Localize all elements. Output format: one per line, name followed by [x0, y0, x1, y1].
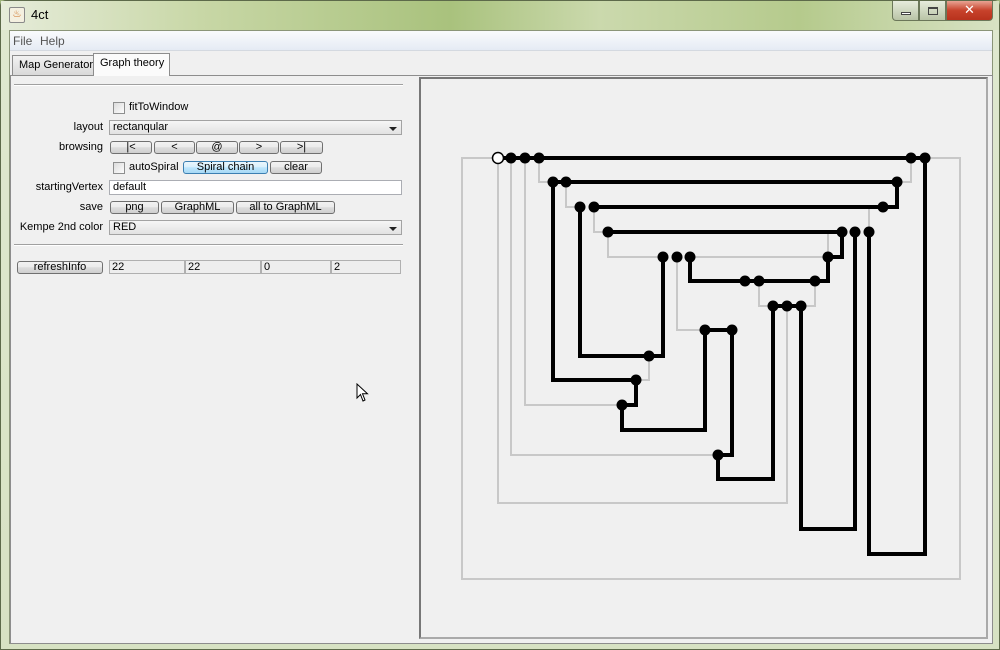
- refresh-info-button[interactable]: refreshInfo: [17, 261, 103, 274]
- graph-vertex[interactable]: [574, 201, 586, 213]
- graph-vertex[interactable]: [505, 152, 517, 164]
- graph-start-vertex[interactable]: [491, 151, 505, 165]
- separator: [14, 84, 403, 86]
- info-field-2: 22: [185, 260, 261, 274]
- browse-first-button[interactable]: |<: [110, 141, 152, 154]
- graph-vertex[interactable]: [809, 275, 821, 287]
- graph-vertex[interactable]: [519, 152, 531, 164]
- graph-vertex[interactable]: [739, 275, 751, 287]
- graph-vertex[interactable]: [849, 226, 861, 238]
- title-bar[interactable]: ♨ 4ct ✕: [1, 1, 999, 30]
- kempe-color-value: RED: [113, 221, 137, 233]
- graph-canvas[interactable]: [419, 77, 988, 639]
- save-png-button[interactable]: png: [110, 201, 159, 214]
- starting-vertex-input[interactable]: default: [109, 180, 402, 195]
- spiral-chain-button[interactable]: Spiral chain: [183, 161, 268, 174]
- graph-vertex[interactable]: [795, 300, 807, 312]
- minimize-button[interactable]: [892, 1, 919, 21]
- menu-file[interactable]: File: [13, 34, 32, 48]
- window-title: 4ct: [31, 7, 49, 22]
- graph-drawing: [461, 151, 961, 580]
- info-field-3: 0: [261, 260, 331, 274]
- browse-prev-button[interactable]: <: [154, 141, 195, 154]
- starting-vertex-label: startingVertex: [35, 181, 103, 193]
- graph-vertex[interactable]: [767, 300, 779, 312]
- graph-edge-primary: [578, 207, 649, 358]
- graph-vertex[interactable]: [643, 350, 655, 362]
- window-controls: ✕: [892, 1, 993, 21]
- graph-vertex[interactable]: [905, 152, 917, 164]
- graph-edge-primary: [867, 158, 927, 556]
- graph-edge-secondary: [524, 158, 622, 406]
- close-button[interactable]: ✕: [946, 1, 993, 21]
- graph-edge-secondary: [607, 232, 663, 258]
- save-label: save: [79, 201, 103, 213]
- auto-spiral-label: autoSpiral: [129, 161, 179, 173]
- menu-bar: File Help: [10, 31, 992, 51]
- save-all-graphml-button[interactable]: all to GraphML: [236, 201, 335, 214]
- browse-current-button[interactable]: @: [196, 141, 238, 154]
- graph-vertex[interactable]: [630, 374, 642, 386]
- graph-vertex[interactable]: [863, 226, 875, 238]
- tab-graph-theory[interactable]: Graph theory: [93, 53, 170, 76]
- graph-vertex[interactable]: [726, 324, 738, 336]
- tab-strip: Map Generator Graph theory: [10, 53, 992, 76]
- fit-to-window-label: fitToWindow: [129, 101, 189, 113]
- chevron-down-icon: [389, 227, 397, 231]
- graph-vertex[interactable]: [891, 176, 903, 188]
- close-icon: ✕: [964, 3, 975, 18]
- graph-edge-primary: [649, 257, 665, 358]
- browse-next-button[interactable]: >: [239, 141, 279, 154]
- graph-vertex[interactable]: [877, 201, 889, 213]
- layout-label: layout: [73, 121, 103, 133]
- graph-vertex[interactable]: [616, 399, 628, 411]
- chevron-down-icon: [389, 127, 397, 131]
- graph-vertex[interactable]: [671, 251, 683, 263]
- graph-vertex[interactable]: [699, 324, 711, 336]
- graph-vertex[interactable]: [753, 275, 765, 287]
- layout-value: rectanqular: [113, 121, 169, 133]
- graph-vertex[interactable]: [588, 201, 600, 213]
- graph-vertex[interactable]: [547, 176, 559, 188]
- graph-edge-secondary: [461, 157, 961, 580]
- menu-help[interactable]: Help: [40, 34, 65, 48]
- graph-vertex[interactable]: [919, 152, 931, 164]
- kempe-color-select[interactable]: RED: [109, 220, 402, 235]
- browse-last-button[interactable]: >|: [280, 141, 323, 154]
- maximize-button[interactable]: [919, 1, 946, 21]
- separator: [14, 244, 403, 246]
- graph-vertex[interactable]: [657, 251, 669, 263]
- graph-vertex[interactable]: [836, 226, 848, 238]
- graph-vertex[interactable]: [712, 449, 724, 461]
- info-field-1: 22: [109, 260, 185, 274]
- info-field-4: 2: [331, 260, 401, 274]
- graph-edge-secondary: [497, 158, 788, 504]
- maximize-icon: [927, 6, 938, 15]
- graph-vertex[interactable]: [822, 251, 834, 263]
- mouse-cursor-icon: [356, 382, 370, 406]
- graph-vertex[interactable]: [781, 300, 793, 312]
- tab-map-generator[interactable]: Map Generator: [12, 55, 94, 75]
- graph-vertex[interactable]: [684, 251, 696, 263]
- clear-button[interactable]: clear: [270, 161, 322, 174]
- save-graphml-button[interactable]: GraphML: [161, 201, 234, 214]
- graph-edge-secondary: [510, 158, 718, 456]
- kempe-color-label: Kempe 2nd color: [19, 221, 103, 233]
- graph-vertex[interactable]: [560, 176, 572, 188]
- graph-edge-primary: [718, 330, 734, 457]
- layout-select[interactable]: rectanqular: [109, 120, 402, 135]
- browsing-label: browsing: [58, 141, 103, 153]
- graph-vertex[interactable]: [533, 152, 545, 164]
- minimize-icon: [900, 12, 911, 15]
- auto-spiral-checkbox[interactable]: [113, 162, 125, 174]
- controls-panel: fitToWindow layout rectanqular browsing …: [11, 76, 423, 643]
- graph-vertex[interactable]: [602, 226, 614, 238]
- java-cup-icon: ♨: [9, 7, 25, 23]
- fit-to-window-checkbox[interactable]: [113, 102, 125, 114]
